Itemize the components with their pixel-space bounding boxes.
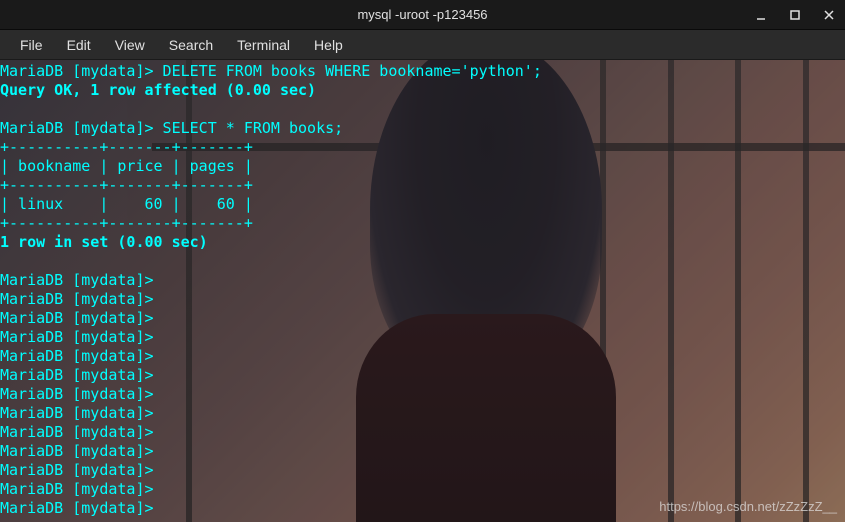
terminal-line: | bookname | price | pages | xyxy=(0,157,845,176)
menu-help[interactable]: Help xyxy=(302,33,355,57)
terminal-line: MariaDB [mydata]> xyxy=(0,385,845,404)
terminal-output[interactable]: MariaDB [mydata]> DELETE FROM books WHER… xyxy=(0,60,845,518)
terminal-line xyxy=(0,252,845,271)
minimize-icon xyxy=(755,9,767,21)
menu-edit[interactable]: Edit xyxy=(55,33,103,57)
menu-search[interactable]: Search xyxy=(157,33,225,57)
terminal-line: MariaDB [mydata]> xyxy=(0,309,845,328)
menu-terminal[interactable]: Terminal xyxy=(225,33,302,57)
terminal-line: MariaDB [mydata]> xyxy=(0,366,845,385)
terminal-line: MariaDB [mydata]> xyxy=(0,423,845,442)
watermark: https://blog.csdn.net/zZzZzZ__ xyxy=(659,499,837,514)
terminal-line: MariaDB [mydata]> xyxy=(0,290,845,309)
terminal-line: +----------+-------+-------+ xyxy=(0,138,845,157)
close-button[interactable] xyxy=(821,7,837,23)
menu-view[interactable]: View xyxy=(103,33,157,57)
maximize-button[interactable] xyxy=(787,7,803,23)
terminal-line: Query OK, 1 row affected (0.00 sec) xyxy=(0,81,845,100)
terminal-line: | linux | 60 | 60 | xyxy=(0,195,845,214)
menu-file[interactable]: File xyxy=(8,33,55,57)
terminal-area[interactable]: MariaDB [mydata]> DELETE FROM books WHER… xyxy=(0,60,845,522)
terminal-line: MariaDB [mydata]> SELECT * FROM books; xyxy=(0,119,845,138)
maximize-icon xyxy=(789,9,801,21)
terminal-line: +----------+-------+-------+ xyxy=(0,214,845,233)
terminal-line xyxy=(0,100,845,119)
terminal-line: MariaDB [mydata]> xyxy=(0,404,845,423)
menubar: File Edit View Search Terminal Help xyxy=(0,30,845,60)
terminal-line: MariaDB [mydata]> xyxy=(0,461,845,480)
terminal-line: MariaDB [mydata]> xyxy=(0,328,845,347)
window-controls xyxy=(753,7,837,23)
terminal-line: MariaDB [mydata]> DELETE FROM books WHER… xyxy=(0,62,845,81)
terminal-line: MariaDB [mydata]> xyxy=(0,480,845,499)
window-title: mysql -uroot -p123456 xyxy=(357,7,487,22)
close-icon xyxy=(823,9,835,21)
minimize-button[interactable] xyxy=(753,7,769,23)
titlebar: mysql -uroot -p123456 xyxy=(0,0,845,30)
terminal-line: MariaDB [mydata]> xyxy=(0,442,845,461)
terminal-line: MariaDB [mydata]> xyxy=(0,271,845,290)
terminal-line: 1 row in set (0.00 sec) xyxy=(0,233,845,252)
terminal-line: MariaDB [mydata]> xyxy=(0,347,845,366)
terminal-line: +----------+-------+-------+ xyxy=(0,176,845,195)
